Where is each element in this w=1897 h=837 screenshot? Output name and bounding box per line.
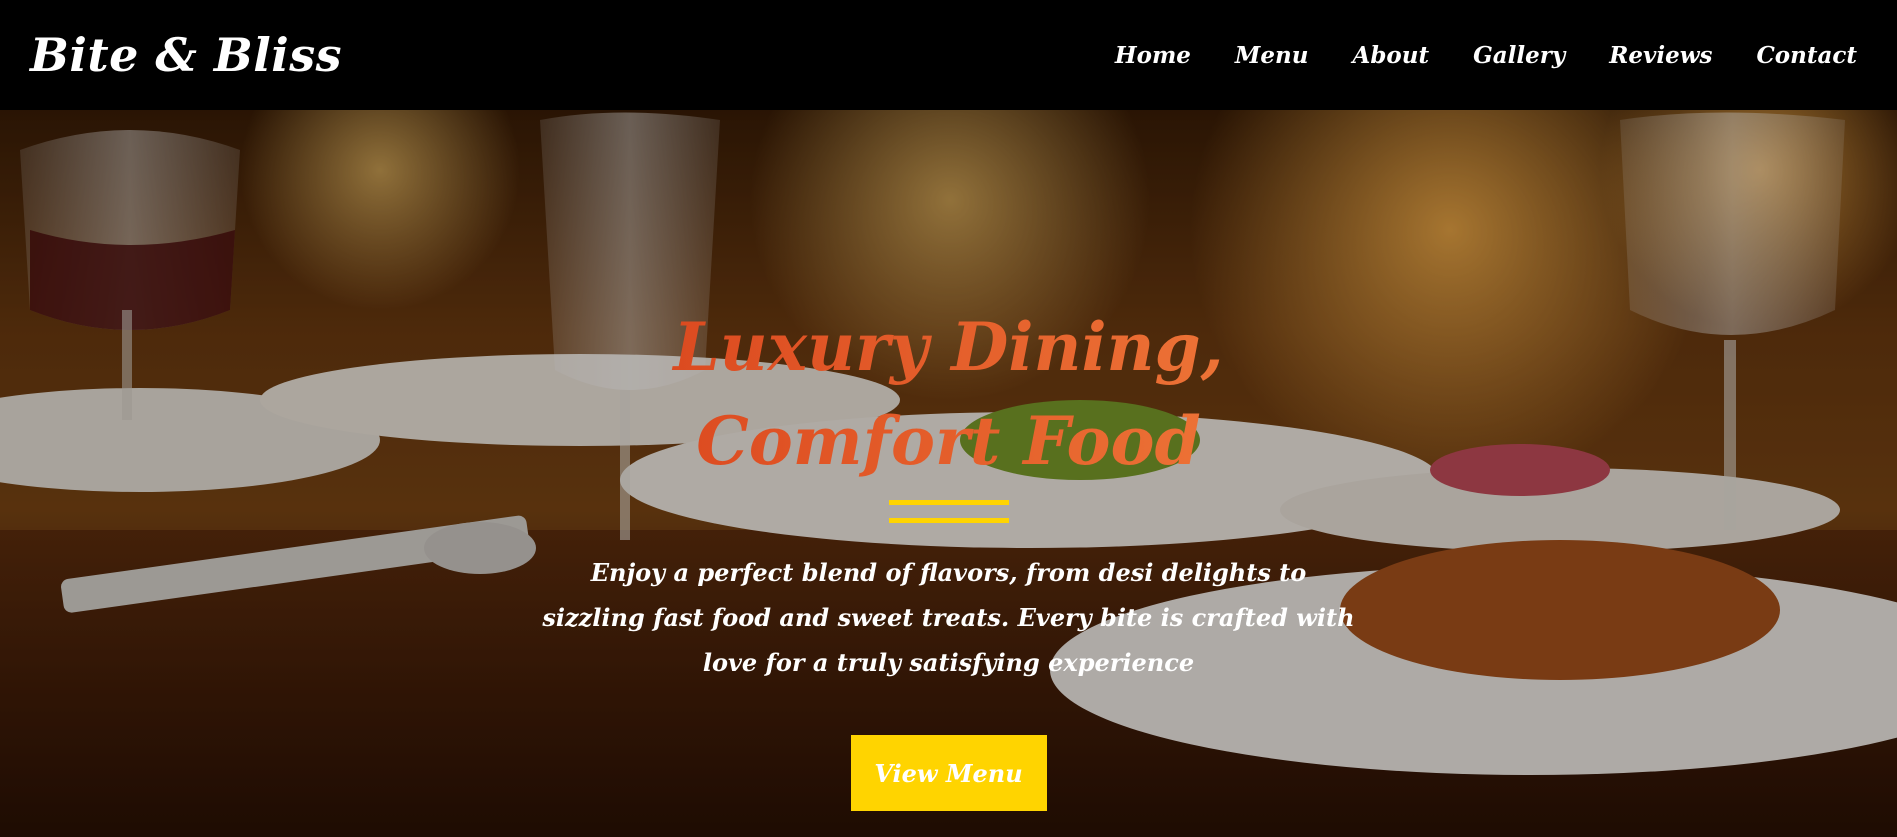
nav-item-about[interactable]: About: [1352, 42, 1429, 69]
nav-item-contact[interactable]: Contact: [1756, 42, 1857, 69]
title-underline: [888, 500, 1009, 536]
main-nav: Home Menu About Gallery Reviews Contact: [1115, 42, 1857, 69]
brand-logo[interactable]: Bite & Bliss: [30, 28, 342, 82]
hero-description: Enjoy a perfect blend of flavors, from d…: [542, 558, 1355, 677]
hero-section: Luxury Dining, Comfort Food Enjoy a perf…: [0, 110, 1897, 837]
nav-item-menu[interactable]: Menu: [1235, 42, 1309, 69]
title-underline-bar: [888, 500, 1009, 505]
nav-item-home[interactable]: Home: [1115, 42, 1191, 69]
hero-title: Luxury Dining, Comfort Food: [569, 300, 1329, 488]
view-menu-button[interactable]: View Menu: [850, 735, 1047, 811]
title-underline-bar: [888, 518, 1009, 523]
nav-item-reviews[interactable]: Reviews: [1609, 42, 1712, 69]
hero-content: Luxury Dining, Comfort Food Enjoy a perf…: [0, 110, 1897, 837]
navbar: Bite & Bliss Home Menu About Gallery Rev…: [0, 0, 1897, 110]
nav-item-gallery[interactable]: Gallery: [1473, 42, 1565, 69]
